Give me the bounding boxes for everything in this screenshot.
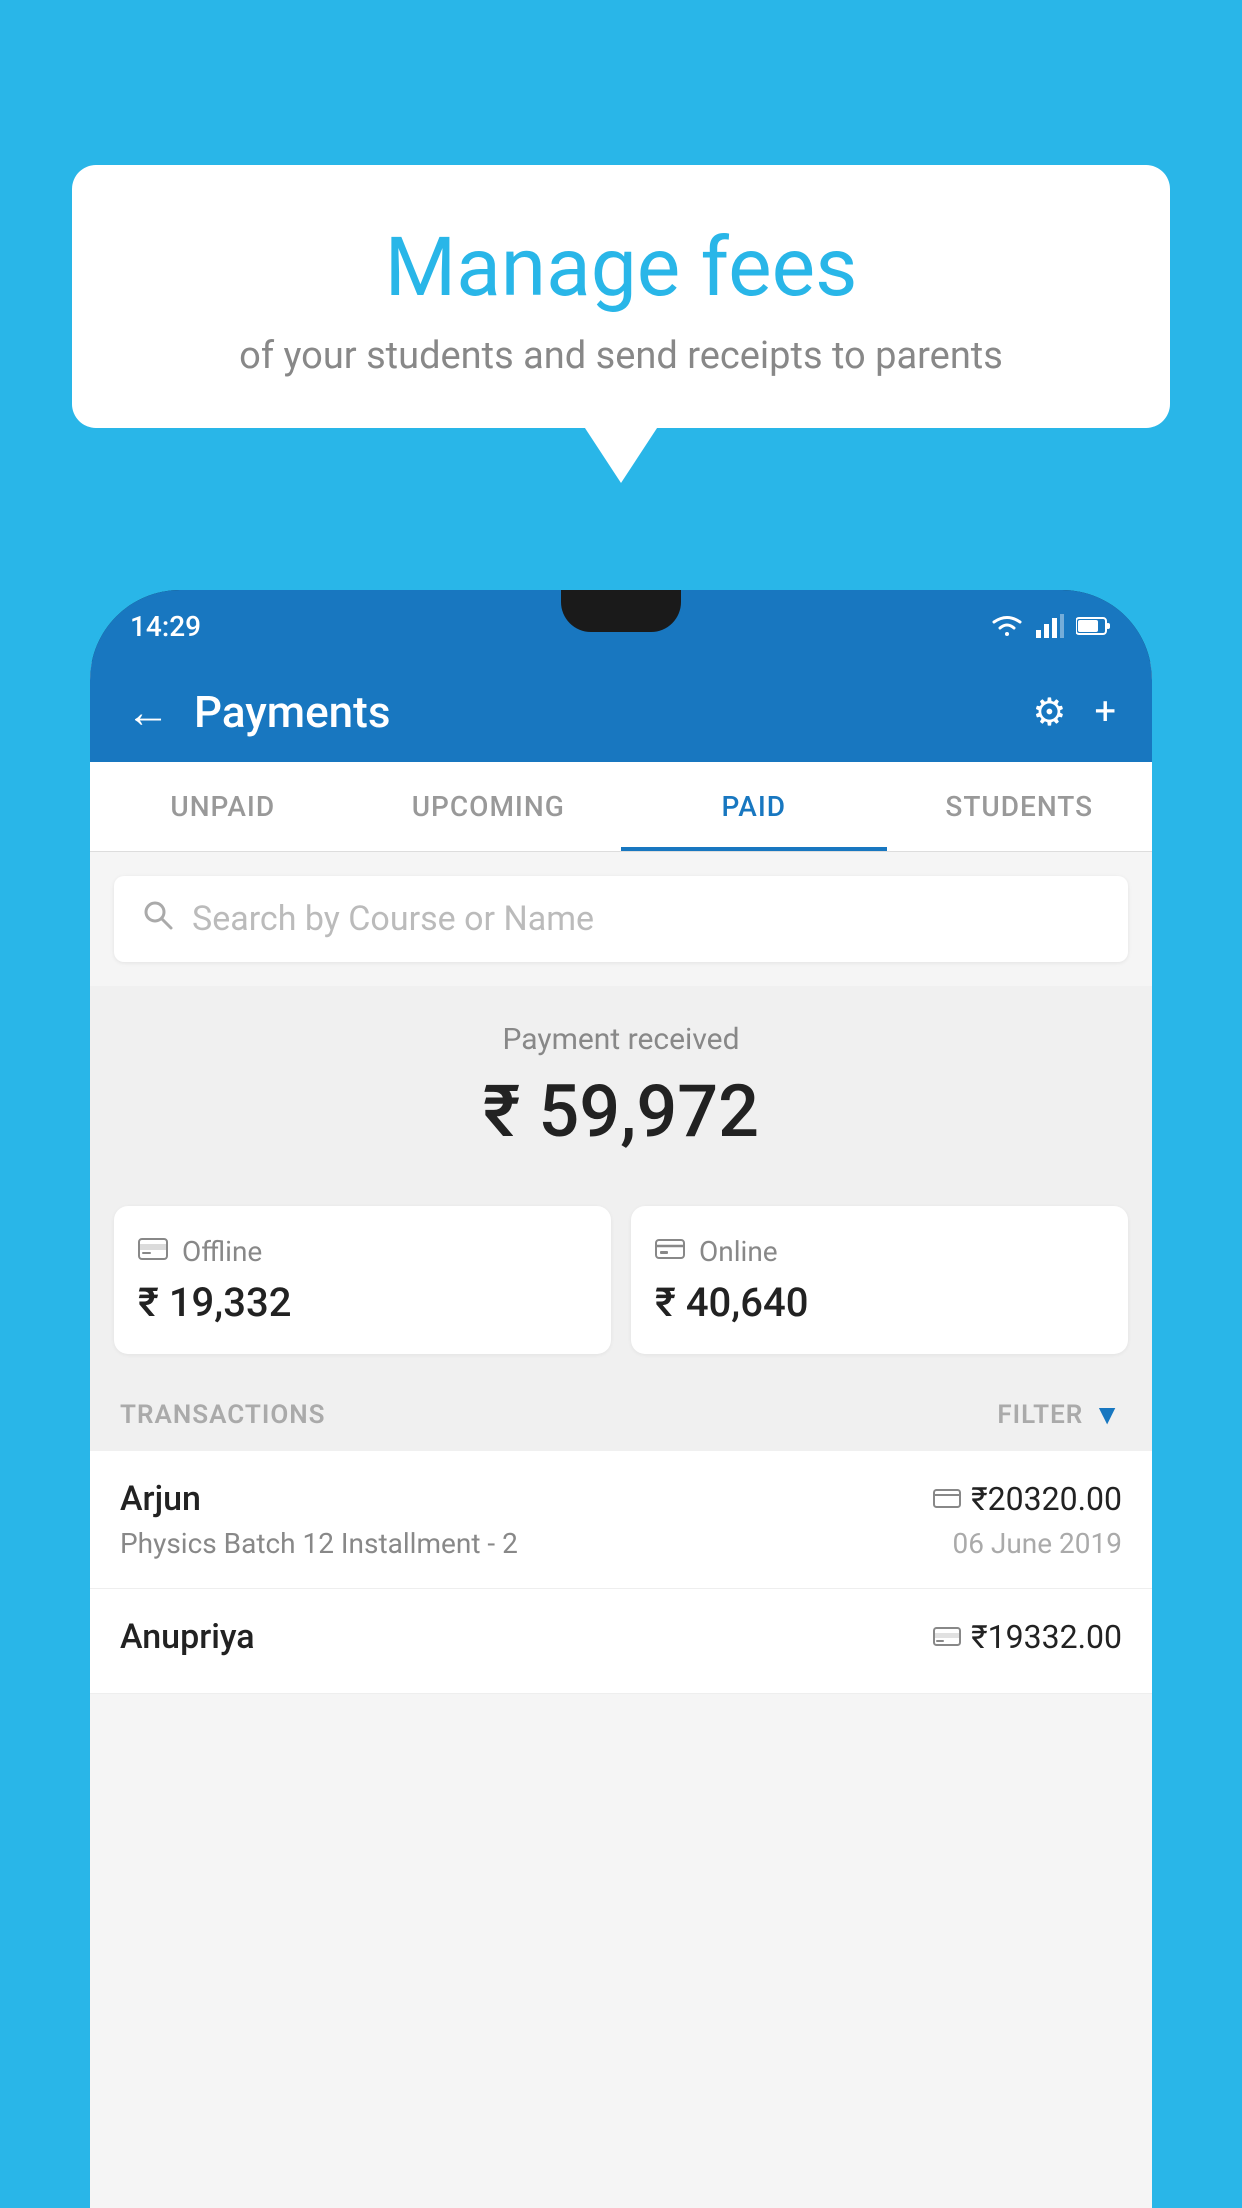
search-input[interactable]: Search by Course or Name	[192, 899, 594, 939]
phone-notch	[561, 590, 681, 632]
speech-bubble: Manage fees of your students and send re…	[72, 165, 1170, 428]
app-screen: ← Payments ⚙ + UNPAID UPCOMING PAID STUD…	[90, 662, 1152, 2208]
filter-icon: ▼	[1093, 1398, 1122, 1431]
transaction-name-anupriya: Anupriya	[120, 1617, 255, 1657]
transaction-row[interactable]: Arjun ₹20320.00 Physics Batch 12 Install…	[90, 1451, 1152, 1589]
filter-button[interactable]: FILTER ▼	[997, 1398, 1122, 1431]
tab-upcoming[interactable]: UPCOMING	[356, 762, 622, 851]
tab-paid[interactable]: PAID	[621, 762, 887, 851]
bubble-subtitle: of your students and send receipts to pa…	[132, 334, 1110, 378]
online-label: Online	[699, 1235, 778, 1268]
payment-cards-row: Offline ₹ 19,332 Online ₹ 40,640	[90, 1182, 1152, 1378]
back-button[interactable]: ←	[126, 686, 170, 738]
payment-received-label: Payment received	[90, 1022, 1152, 1057]
online-payment-icon	[933, 1488, 961, 1510]
transaction-amount-anupriya: ₹19332.00	[933, 1618, 1122, 1656]
payment-total-amount: ₹ 59,972	[90, 1069, 1152, 1154]
tab-bar: UNPAID UPCOMING PAID STUDENTS	[90, 762, 1152, 852]
transaction-row[interactable]: Anupriya ₹19332.00	[90, 1589, 1152, 1694]
app-top-bar: ← Payments ⚙ +	[90, 662, 1152, 762]
offline-payment-card: Offline ₹ 19,332	[114, 1206, 611, 1354]
search-bar[interactable]: Search by Course or Name	[114, 876, 1128, 962]
wifi-icon	[990, 614, 1024, 638]
settings-icon[interactable]: ⚙	[1032, 690, 1066, 735]
tab-unpaid[interactable]: UNPAID	[90, 762, 356, 851]
transaction-date-arjun: 06 June 2019	[952, 1527, 1122, 1560]
transaction-top-anupriya: Anupriya ₹19332.00	[120, 1617, 1122, 1657]
online-payment-card: Online ₹ 40,640	[631, 1206, 1128, 1354]
offline-payment-icon	[933, 1626, 961, 1648]
top-bar-actions: ⚙ +	[1032, 690, 1116, 735]
offline-card-header: Offline	[138, 1234, 587, 1269]
offline-icon	[138, 1234, 168, 1269]
transaction-sub-arjun: Physics Batch 12 Installment - 2 06 June…	[120, 1527, 1122, 1560]
status-icons	[990, 614, 1112, 638]
payment-summary: Payment received ₹ 59,972	[90, 986, 1152, 1182]
online-icon	[655, 1234, 685, 1269]
online-card-header: Online	[655, 1234, 1104, 1269]
add-icon[interactable]: +	[1094, 690, 1116, 734]
signal-icon	[1036, 614, 1064, 638]
tab-students[interactable]: STUDENTS	[887, 762, 1153, 851]
transaction-course-arjun: Physics Batch 12 Installment - 2	[120, 1527, 518, 1560]
status-bar: 14:29	[90, 590, 1152, 662]
phone-device: 14:29	[90, 590, 1152, 2208]
search-icon	[142, 898, 174, 940]
bubble-title: Manage fees	[132, 220, 1110, 316]
transaction-amount-arjun: ₹20320.00	[933, 1480, 1122, 1518]
transaction-top-arjun: Arjun ₹20320.00	[120, 1479, 1122, 1519]
transactions-label: TRANSACTIONS	[120, 1400, 326, 1430]
transaction-name-arjun: Arjun	[120, 1479, 201, 1519]
offline-amount: ₹ 19,332	[138, 1279, 587, 1326]
status-time: 14:29	[130, 610, 201, 643]
filter-label: FILTER	[997, 1400, 1083, 1430]
screen-title: Payments	[194, 686, 1008, 738]
transactions-header: TRANSACTIONS FILTER ▼	[90, 1378, 1152, 1451]
battery-icon	[1076, 616, 1112, 636]
online-amount: ₹ 40,640	[655, 1279, 1104, 1326]
offline-label: Offline	[182, 1235, 262, 1268]
